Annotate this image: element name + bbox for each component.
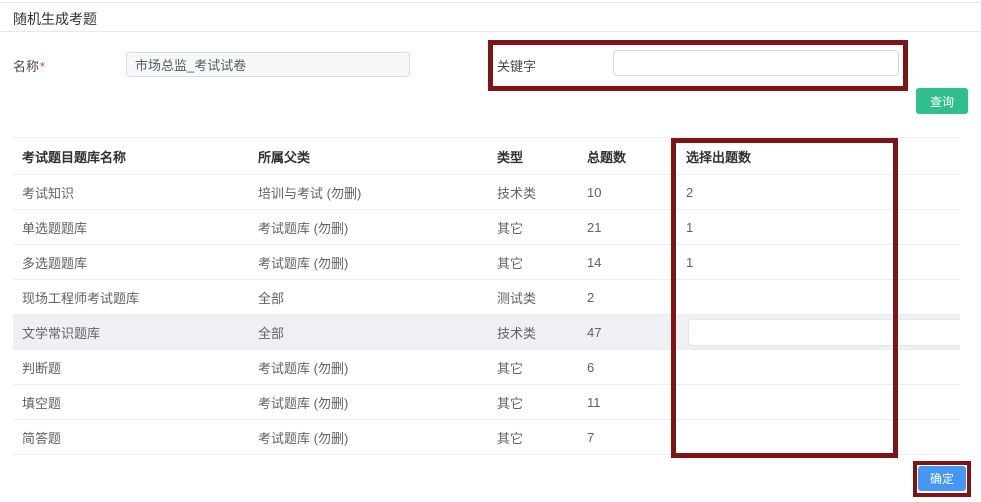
table-row: 多选题题库 考试题库 (勿删) 其它 14 1 xyxy=(13,245,960,280)
parent-category-cell: 考试题库 (勿删) xyxy=(258,430,349,446)
table-row: 考试知识 培训与考试 (勿删) 技术类 10 2 xyxy=(13,175,960,210)
name-label: 名称* xyxy=(13,59,46,74)
confirm-button[interactable]: 确定 xyxy=(918,466,966,491)
bank-name-cell: 简答题 xyxy=(22,430,62,446)
keyword-input[interactable] xyxy=(613,50,899,76)
dialog-random-exam-generation: 随机生成考题 名称* 关键字 查询 考试题目题库名称 所属父类 类型 总题数 选… xyxy=(0,0,981,502)
table-row: 现场工程师考试题库 全部 测试类 2 xyxy=(13,280,960,315)
selected-count-cell[interactable]: 1 xyxy=(686,220,960,235)
total-count-cell: 21 xyxy=(587,219,602,235)
parent-category-cell: 全部 xyxy=(258,290,285,306)
table-row: 单选题题库 考试题库 (勿删) 其它 21 1 xyxy=(13,210,960,245)
total-count-cell: 10 xyxy=(587,184,602,200)
parent-category-cell: 培训与考试 (勿删) xyxy=(258,185,362,201)
type-cell: 技术类 xyxy=(497,185,537,201)
header-selected-count: 选择出题数 xyxy=(686,149,752,165)
bank-name-cell: 单选题题库 xyxy=(22,220,88,236)
bank-name-cell: 判断题 xyxy=(22,360,62,376)
parent-category-cell: 考试题库 (勿删) xyxy=(258,360,349,376)
selected-count-cell[interactable]: 1 xyxy=(686,255,960,270)
type-cell: 其它 xyxy=(497,430,524,446)
page-title: 随机生成考题 xyxy=(13,11,97,27)
name-input[interactable] xyxy=(126,52,410,77)
header-bank-name: 考试题目题库名称 xyxy=(22,149,127,165)
parent-category-cell: 考试题库 (勿删) xyxy=(258,395,349,411)
bank-name-cell: 多选题题库 xyxy=(22,255,88,271)
keyword-label: 关键字 xyxy=(497,59,537,74)
total-count-cell: 7 xyxy=(587,429,595,445)
table-body: 考试知识 培训与考试 (勿删) 技术类 10 2 单选题题库 考试题库 (勿删) 其它 21 1 多… xyxy=(13,175,960,455)
total-count-cell: 47 xyxy=(587,324,602,340)
table-row: 判断题 考试题库 (勿删) 其它 6 xyxy=(13,350,960,385)
bank-name-cell: 填空题 xyxy=(22,395,62,411)
header-parent-category: 所属父类 xyxy=(258,149,311,165)
parent-category-cell: 全部 xyxy=(258,325,285,341)
total-count-cell: 14 xyxy=(587,254,602,270)
total-count-cell: 2 xyxy=(587,289,595,305)
type-cell: 其它 xyxy=(497,255,524,271)
required-mark: * xyxy=(40,59,46,74)
title-divider xyxy=(0,31,981,32)
type-cell: 其它 xyxy=(497,360,524,376)
type-cell: 其它 xyxy=(497,220,524,236)
type-cell: 其它 xyxy=(497,395,524,411)
header-total-count: 总题数 xyxy=(587,149,627,165)
table-row: 文学常识题库 全部 技术类 47 xyxy=(13,315,960,350)
bank-name-cell: 现场工程师考试题库 xyxy=(22,290,140,306)
table-header-row: 考试题目题库名称 所属父类 类型 总题数 选择出题数 xyxy=(13,137,960,175)
selected-count-cell[interactable]: 2 xyxy=(686,185,960,200)
total-count-cell: 11 xyxy=(587,394,601,410)
header-type: 类型 xyxy=(497,149,524,165)
question-bank-table: 考试题目题库名称 所属父类 类型 总题数 选择出题数 考试知识 培训与考试 (勿删… xyxy=(13,137,960,455)
query-button[interactable]: 查询 xyxy=(916,88,968,114)
parent-category-cell: 考试题库 (勿删) xyxy=(258,220,349,236)
total-count-cell: 6 xyxy=(587,359,595,375)
selected-count-cell xyxy=(686,318,960,346)
selected-count-input[interactable] xyxy=(688,318,960,346)
bank-name-cell: 文学常识题库 xyxy=(22,325,101,341)
bank-name-cell: 考试知识 xyxy=(22,185,75,201)
table-row: 填空题 考试题库 (勿删) 其它 11 xyxy=(13,385,960,420)
type-cell: 技术类 xyxy=(497,325,537,341)
table-row: 简答题 考试题库 (勿删) 其它 7 xyxy=(13,420,960,455)
top-divider xyxy=(0,2,981,3)
type-cell: 测试类 xyxy=(497,290,537,306)
parent-category-cell: 考试题库 (勿删) xyxy=(258,255,349,271)
